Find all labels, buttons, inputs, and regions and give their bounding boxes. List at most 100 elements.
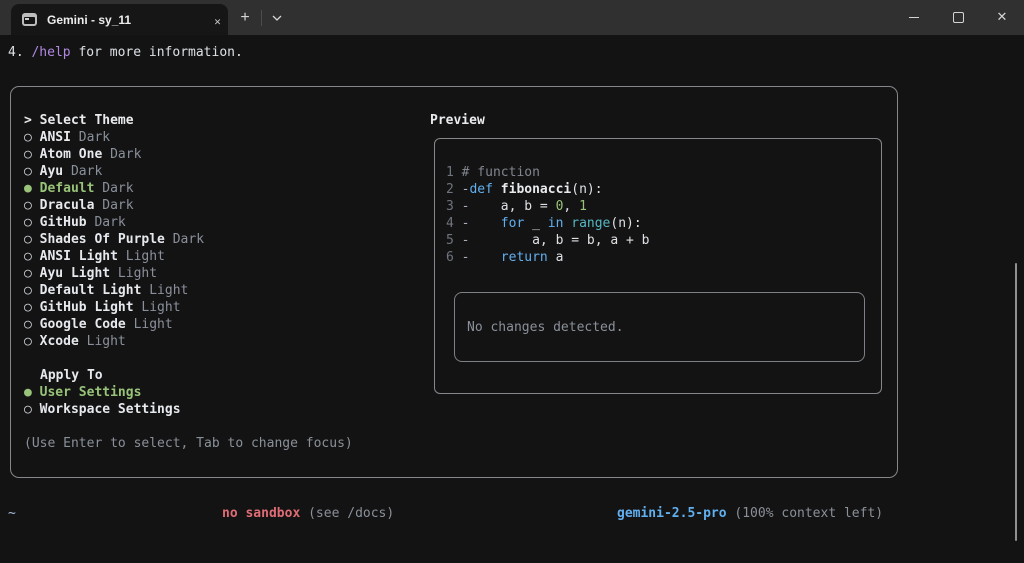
minimize-button[interactable] — [892, 0, 936, 35]
theme-option-xcode[interactable]: ○ Xcode Light — [24, 333, 353, 350]
preview-label: Preview — [430, 112, 485, 129]
preview-pane: 1 # function2 -def fibonacci(n):3 - a, b… — [434, 138, 882, 394]
tip-line: 4. /help for more information. — [8, 44, 243, 61]
model-name: gemini-2.5-pro — [617, 506, 727, 521]
radio-unselected-icon: ○ — [24, 317, 40, 332]
keyboard-hint: (Use Enter to select, Tab to change focu… — [24, 435, 353, 452]
context-status: (100% context left) — [727, 506, 884, 521]
tab-dropdown-button[interactable] — [266, 7, 288, 29]
theme-variant: Light — [110, 266, 157, 281]
theme-option-ayu-light[interactable]: ○ Ayu Light Light — [24, 265, 353, 282]
code-token: def — [469, 182, 492, 197]
theme-option-ansi[interactable]: ○ ANSI Dark — [24, 129, 353, 146]
sandbox-hint: (see /docs) — [300, 506, 394, 521]
code-token — [493, 182, 501, 197]
theme-name: Default — [40, 181, 95, 196]
radio-selected-icon: ● — [24, 181, 40, 196]
theme-option-ayu[interactable]: ○ Ayu Dark — [24, 163, 353, 180]
apply-option-workspace-settings[interactable]: ○ Workspace Settings — [24, 401, 353, 418]
theme-variant: Dark — [94, 181, 133, 196]
code-token: a, b = — [469, 199, 555, 214]
spacer — [24, 418, 353, 435]
theme-option-github[interactable]: ○ GitHub Dark — [24, 214, 353, 231]
code-token: , — [563, 199, 579, 214]
code-token: a — [548, 250, 564, 265]
radio-unselected-icon: ○ — [24, 402, 40, 417]
model-status: gemini-2.5-pro (100% context left) — [617, 505, 883, 522]
code-token: return — [501, 250, 548, 265]
theme-list: ○ ANSI Dark○ Atom One Dark○ Ayu Dark● De… — [24, 129, 353, 350]
tip-suffix: for more information. — [71, 45, 243, 60]
theme-option-default-light[interactable]: ○ Default Light Light — [24, 282, 353, 299]
code-line: 4 - for _ in range(n): — [446, 215, 650, 232]
tab-close-icon[interactable]: ✕ — [208, 12, 227, 31]
theme-option-default[interactable]: ● Default Dark — [24, 180, 353, 197]
code-line: 2 -def fibonacci(n): — [446, 181, 650, 198]
apply-option-user-settings[interactable]: ● User Settings — [24, 384, 353, 401]
theme-option-google-code[interactable]: ○ Google Code Light — [24, 316, 353, 333]
tab-separator — [261, 10, 262, 26]
code-token: # function — [462, 165, 540, 180]
theme-variant: Dark — [87, 215, 126, 230]
selection-prompt: > — [24, 113, 40, 128]
theme-name: Xcode — [40, 334, 79, 349]
minimize-icon — [909, 17, 919, 18]
dialog-title: > Select Theme — [24, 112, 353, 129]
theme-name: Default Light — [40, 283, 142, 298]
theme-variant: Dark — [165, 232, 204, 247]
code-line: 1 # function — [446, 164, 650, 181]
theme-name: Google Code — [40, 317, 126, 332]
radio-unselected-icon: ○ — [24, 198, 40, 213]
radio-unselected-icon: ○ — [24, 164, 40, 179]
code-token: 4 — [446, 216, 462, 231]
theme-option-shades-of-purple[interactable]: ○ Shades Of Purple Dark — [24, 231, 353, 248]
theme-name: Atom One — [40, 147, 103, 162]
theme-name: GitHub Light — [40, 300, 134, 315]
theme-variant: Light — [126, 317, 173, 332]
radio-selected-icon: ● — [24, 385, 40, 400]
code-token: (n): — [610, 216, 641, 231]
code-token: 3 — [446, 199, 462, 214]
new-tab-button[interactable]: + — [234, 7, 256, 29]
theme-variant: Light — [118, 249, 165, 264]
code-token: 5 — [446, 233, 462, 248]
theme-name: Ayu — [40, 164, 63, 179]
apply-to-list: ● User Settings○ Workspace Settings — [24, 384, 353, 418]
code-token — [469, 216, 500, 231]
apply-option-label: Workspace Settings — [40, 402, 181, 417]
theme-option-atom-one[interactable]: ○ Atom One Dark — [24, 146, 353, 163]
apply-option-label: User Settings — [40, 385, 142, 400]
tip-prefix: 4. — [8, 45, 31, 60]
code-token: 1 — [446, 165, 462, 180]
code-token: (n): — [571, 182, 602, 197]
code-token — [469, 250, 500, 265]
terminal-tab[interactable]: Gemini - sy_11 ✕ — [11, 4, 228, 35]
maximize-button[interactable] — [936, 0, 980, 35]
code-token: 6 — [446, 250, 462, 265]
theme-name: Shades Of Purple — [40, 232, 165, 247]
sandbox-status-text: no sandbox — [222, 506, 300, 521]
code-token: a, b = b, a + b — [469, 233, 649, 248]
radio-unselected-icon: ○ — [24, 215, 40, 230]
code-preview: 1 # function2 -def fibonacci(n):3 - a, b… — [446, 164, 650, 266]
help-command: /help — [31, 45, 70, 60]
theme-option-github-light[interactable]: ○ GitHub Light Light — [24, 299, 353, 316]
code-token: range — [571, 216, 610, 231]
radio-unselected-icon: ○ — [24, 300, 40, 315]
code-line: 3 - a, b = 0, 1 — [446, 198, 650, 215]
theme-option-dracula[interactable]: ○ Dracula Dark — [24, 197, 353, 214]
maximize-icon — [953, 12, 964, 23]
theme-option-ansi-light[interactable]: ○ ANSI Light Light — [24, 248, 353, 265]
theme-name: Dracula — [40, 198, 95, 213]
code-token: fibonacci — [501, 182, 571, 197]
radio-unselected-icon: ○ — [24, 130, 40, 145]
scrollbar[interactable] — [1015, 263, 1017, 541]
terminal-screen: 4. /help for more information. > Select … — [0, 35, 1024, 563]
titlebar: Gemini - sy_11 ✕ + ✕ — [0, 0, 1024, 35]
code-token: for — [501, 216, 524, 231]
close-button[interactable]: ✕ — [980, 0, 1024, 35]
code-line: 6 - return a — [446, 249, 650, 266]
code-line: 5 - a, b = b, a + b — [446, 232, 650, 249]
window-controls: ✕ — [892, 0, 1024, 35]
sandbox-status: no sandbox (see /docs) — [222, 505, 394, 522]
